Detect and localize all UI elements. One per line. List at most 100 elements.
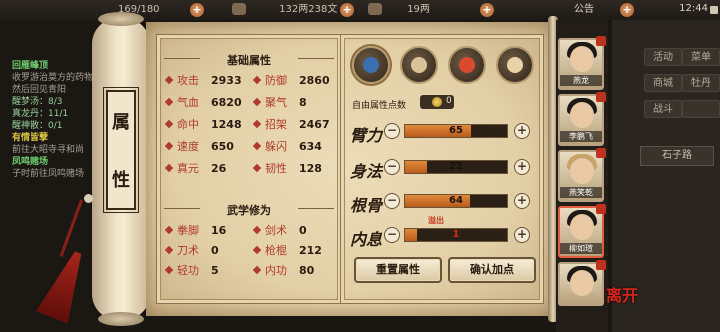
gem-icon: [252, 141, 262, 151]
add-stamina[interactable]: +: [190, 3, 204, 17]
strength-plus-button[interactable]: +: [514, 123, 530, 139]
gem-icon: [252, 265, 262, 275]
gem-icon: [252, 75, 262, 85]
member-name: 柳如瑄: [560, 243, 602, 254]
plus-icon[interactable]: +: [620, 3, 634, 17]
constitution-plus-button[interactable]: +: [514, 193, 530, 209]
gem-icon: [164, 163, 174, 173]
free-points-number: 0: [446, 96, 452, 106]
gem-icon: [252, 119, 262, 129]
portrait-face: [570, 270, 594, 296]
stat-energy: 聚气 8: [252, 96, 307, 110]
flag-icon: [596, 204, 606, 214]
stat-fist: 拳脚 16: [164, 224, 226, 238]
add-silver[interactable]: +: [480, 3, 494, 17]
stat-hp: 气血 6820: [164, 96, 242, 110]
gem-icon: [164, 265, 174, 275]
menu-peony[interactable]: 牡丹: [682, 74, 720, 92]
stat-spear: 枪棍 212: [252, 244, 322, 258]
leave-seal-button[interactable]: 离开: [606, 282, 638, 306]
basic-attributes-title: 基础属性: [164, 52, 334, 68]
silver-counter: 19两: [368, 3, 430, 17]
attr-breath-label: 内息: [350, 230, 383, 249]
stat-speed: 速度 650: [164, 140, 234, 154]
member-name: 李鹏飞: [560, 131, 602, 142]
attr-agility-label: 身法: [350, 162, 383, 181]
potential-tab-book-icon[interactable]: [400, 46, 438, 84]
free-points-label: 自由属性点数: [352, 101, 407, 111]
silver-value: 19两: [407, 4, 430, 15]
strength-minus-button[interactable]: −: [384, 123, 400, 139]
strength-bar: 65: [404, 124, 508, 138]
breath-value: 1: [452, 229, 460, 240]
portrait-face: [570, 46, 594, 72]
attr-strength-label: 臂力: [350, 126, 383, 145]
menu-activity[interactable]: 活动: [644, 48, 682, 66]
notice-button[interactable]: 公告: [574, 3, 594, 17]
breath-minus-button[interactable]: −: [384, 227, 400, 243]
plus-icon[interactable]: +: [340, 3, 354, 17]
breath-bar: 1: [404, 228, 508, 242]
stat-sword: 剑术 0: [252, 224, 307, 238]
portrait-face: [570, 214, 594, 240]
gem-icon: [164, 97, 174, 107]
menu-extra[interactable]: [682, 100, 720, 118]
gem-icon: [252, 97, 262, 107]
martial-arts-title: 武学修为: [164, 202, 334, 218]
potential-tab-hat-icon[interactable]: [352, 46, 390, 84]
stat-attack: 攻击 2933: [164, 74, 242, 88]
coin-icon: [232, 3, 246, 15]
menu-main[interactable]: 菜单: [682, 48, 720, 66]
attribute-tab-label: 属 性: [103, 87, 139, 213]
battery-icon: [710, 6, 718, 14]
copper-counter: 132两238文: [232, 3, 337, 17]
stat-blade: 刀术 0: [164, 244, 219, 258]
flag-icon: [596, 92, 606, 102]
plus-icon[interactable]: +: [190, 3, 204, 17]
gem-icon: [164, 225, 174, 235]
reset-attributes-button[interactable]: 重置属性: [354, 257, 442, 283]
potential-tab-taiji-icon[interactable]: [448, 46, 486, 84]
notice-add[interactable]: +: [620, 3, 634, 17]
gem-icon: [164, 245, 174, 255]
menu-battle[interactable]: 战斗: [644, 100, 682, 118]
bead-icon: [84, 194, 93, 203]
stat-accuracy: 命中 1248: [164, 118, 242, 132]
free-points-value: 0: [420, 95, 454, 109]
member-name: 燕龙: [560, 75, 602, 86]
plus-icon[interactable]: +: [480, 3, 494, 17]
menu-shop[interactable]: 商城: [644, 74, 682, 92]
member-name: 燕笑乾: [560, 187, 602, 198]
stat-dodge: 躲闪 634: [252, 140, 322, 154]
agility-minus-button[interactable]: −: [384, 159, 400, 175]
add-copper[interactable]: +: [340, 3, 354, 17]
portrait-face: [570, 102, 594, 128]
flag-icon: [596, 260, 606, 270]
stat-parry: 招架 2467: [252, 118, 330, 132]
label-char: 属: [112, 112, 130, 133]
constitution-minus-button[interactable]: −: [384, 193, 400, 209]
gem-icon: [252, 225, 262, 235]
breath-plus-button[interactable]: +: [514, 227, 530, 243]
rod-cap: [98, 12, 144, 26]
label-char: 性: [112, 170, 130, 191]
stat-lightness: 轻功 5: [164, 264, 219, 278]
gem-icon: [164, 141, 174, 151]
agility-value: 22: [449, 161, 463, 172]
gem-icon: [252, 163, 262, 173]
agility-bar: 22: [404, 160, 508, 174]
coin-icon: [432, 97, 442, 107]
stat-toughness: 韧性 128: [252, 162, 322, 176]
copper-value: 132两238文: [279, 4, 338, 15]
confirm-points-button[interactable]: 确认加点: [448, 257, 536, 283]
strength-value: 65: [449, 125, 463, 136]
stat-defense: 防御 2860: [252, 74, 330, 88]
flag-icon: [596, 148, 606, 158]
stat-inner: 内功 80: [252, 264, 314, 278]
potential-tab-figure-icon[interactable]: [496, 46, 534, 84]
flag-icon: [596, 36, 606, 46]
stat-true-energy: 真元 26: [164, 162, 226, 176]
agility-plus-button[interactable]: +: [514, 159, 530, 175]
gem-icon: [252, 245, 262, 255]
constitution-bar: 64: [404, 194, 508, 208]
